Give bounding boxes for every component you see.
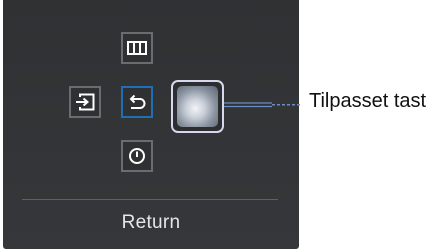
power-key[interactable] — [121, 140, 153, 172]
footer-label: Return — [121, 212, 181, 233]
custom-key-thumbnail — [177, 86, 218, 127]
monitor-osd-illustration: Tilpasset tast Return — [0, 0, 443, 251]
return-arrow-icon — [129, 94, 146, 109]
input-source-icon — [76, 93, 95, 111]
callout-line — [224, 102, 302, 108]
osd-divider — [22, 199, 278, 200]
power-icon — [129, 148, 145, 164]
input-source-key[interactable] — [69, 86, 101, 118]
callout-label: Tilpasset tast — [309, 90, 427, 112]
custom-key[interactable] — [171, 80, 224, 133]
columns-icon — [127, 41, 147, 55]
return-key[interactable] — [121, 86, 153, 118]
columns-key[interactable] — [121, 32, 153, 64]
